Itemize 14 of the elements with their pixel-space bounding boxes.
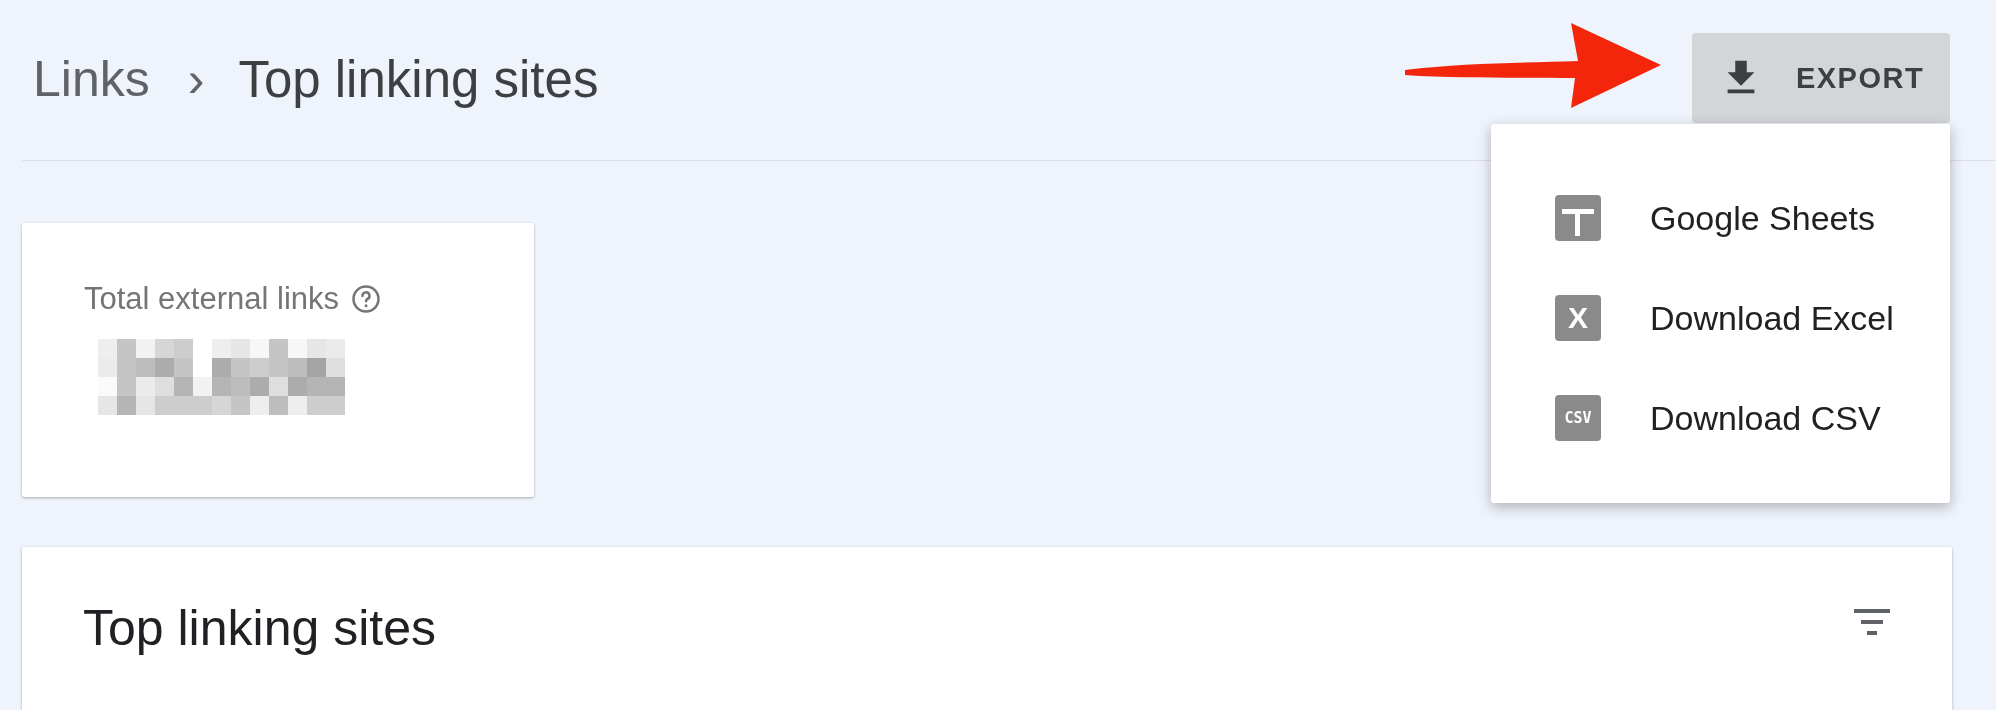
breadcrumb-separator: › bbox=[187, 50, 205, 108]
menu-item[interactable]: Google Sheets bbox=[1491, 168, 1950, 268]
menu-item[interactable]: CSV Download CSV bbox=[1491, 368, 1950, 468]
card-title: Top linking sites bbox=[83, 599, 436, 657]
excel-icon: X bbox=[1555, 295, 1601, 341]
page-title: Top linking sites bbox=[238, 49, 599, 109]
breadcrumb-link[interactable]: Links bbox=[33, 50, 150, 108]
export-button[interactable]: EXPORT bbox=[1692, 33, 1950, 123]
card-label: Total external links bbox=[84, 281, 339, 317]
help-icon[interactable] bbox=[351, 284, 381, 314]
sheets-icon bbox=[1555, 195, 1601, 241]
menu-item[interactable]: X Download Excel bbox=[1491, 268, 1950, 368]
csv-icon: CSV bbox=[1555, 395, 1601, 441]
filter-icon[interactable] bbox=[1852, 607, 1892, 637]
